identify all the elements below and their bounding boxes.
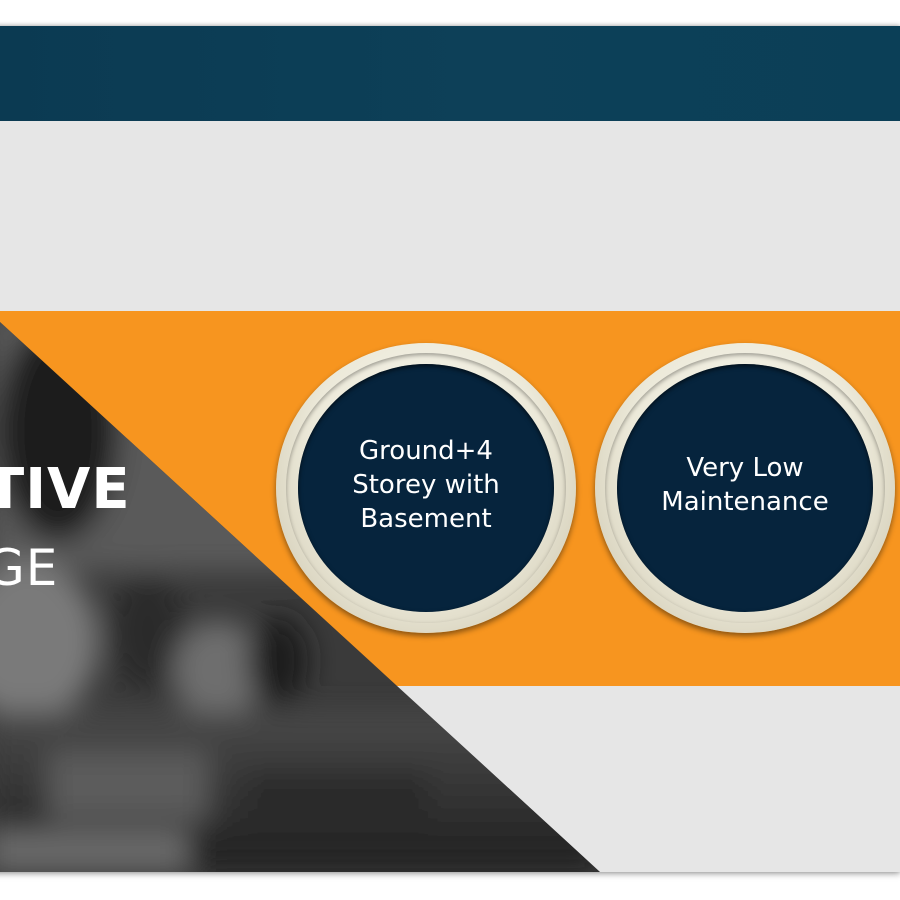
hero-title-line1: TIVE <box>0 457 131 522</box>
feature-label: Very Low Maintenance <box>661 453 829 517</box>
slide-frame: TIVE GE Ground+4 Storey with Basement Ve… <box>0 0 900 900</box>
hero-title-line2: GE <box>0 539 59 597</box>
header-band <box>0 26 900 121</box>
feature-badge-storey: Ground+4 Storey with Basement <box>276 343 576 633</box>
feature-label: Ground+4 Storey with Basement <box>352 436 500 534</box>
feature-badge-maintenance-inner: Very Low Maintenance <box>617 364 873 612</box>
feature-badge-maintenance: Very Low Maintenance <box>595 343 895 633</box>
feature-badge-storey-inner: Ground+4 Storey with Basement <box>298 364 554 612</box>
